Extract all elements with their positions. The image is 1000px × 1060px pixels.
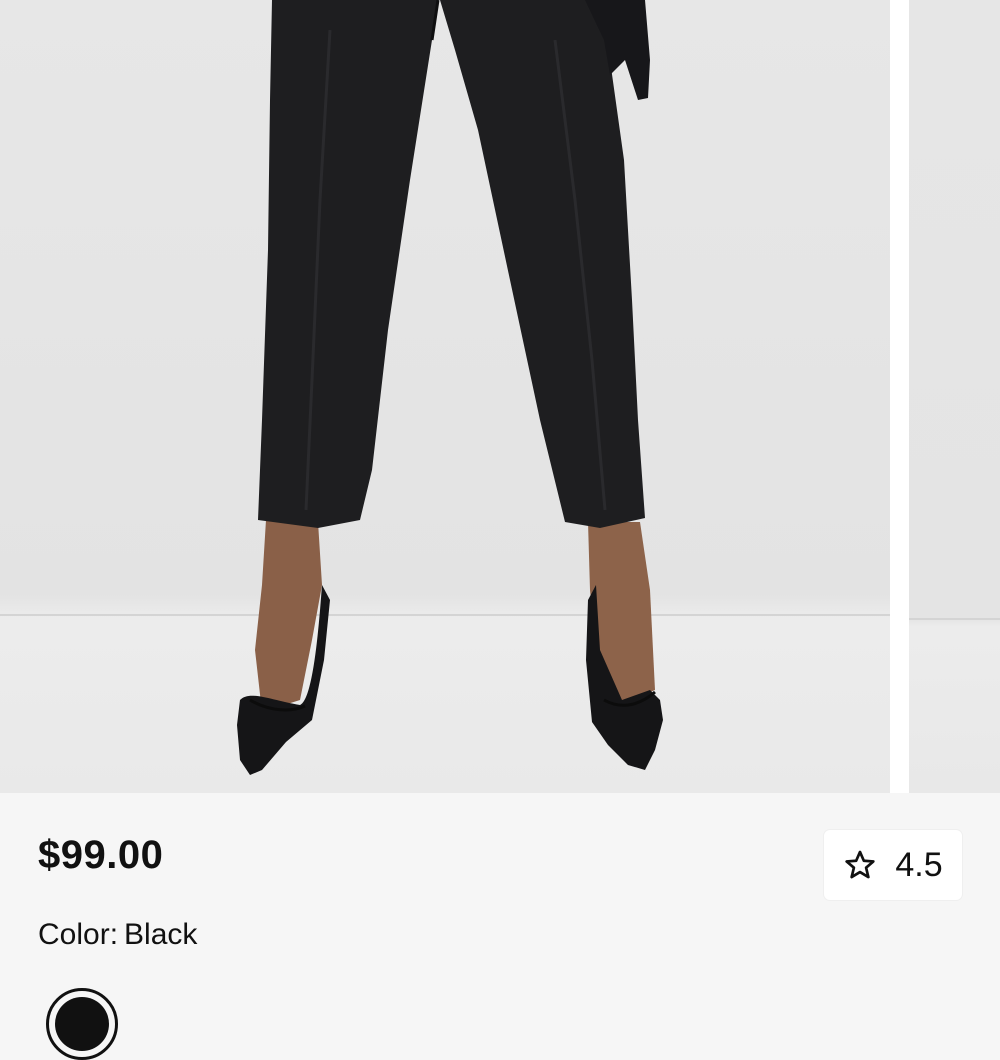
product-image-gallery[interactable] bbox=[0, 0, 1000, 793]
color-value: Black bbox=[124, 918, 198, 951]
color-selection-label: Color: Black bbox=[38, 918, 197, 952]
product-image-next[interactable] bbox=[909, 0, 1000, 793]
swatch-fill bbox=[55, 997, 109, 1051]
product-photo-trousers bbox=[237, 0, 663, 775]
rating-badge[interactable]: 4.5 bbox=[824, 830, 962, 900]
backdrop-floor-line bbox=[909, 618, 1000, 620]
star-outline-icon bbox=[845, 850, 876, 879]
rating-value: 4.5 bbox=[895, 845, 943, 884]
product-image-main[interactable] bbox=[0, 0, 890, 793]
color-swatch-black[interactable] bbox=[46, 988, 118, 1060]
color-label: Color: bbox=[38, 918, 119, 951]
product-price: $99.00 bbox=[38, 833, 164, 877]
